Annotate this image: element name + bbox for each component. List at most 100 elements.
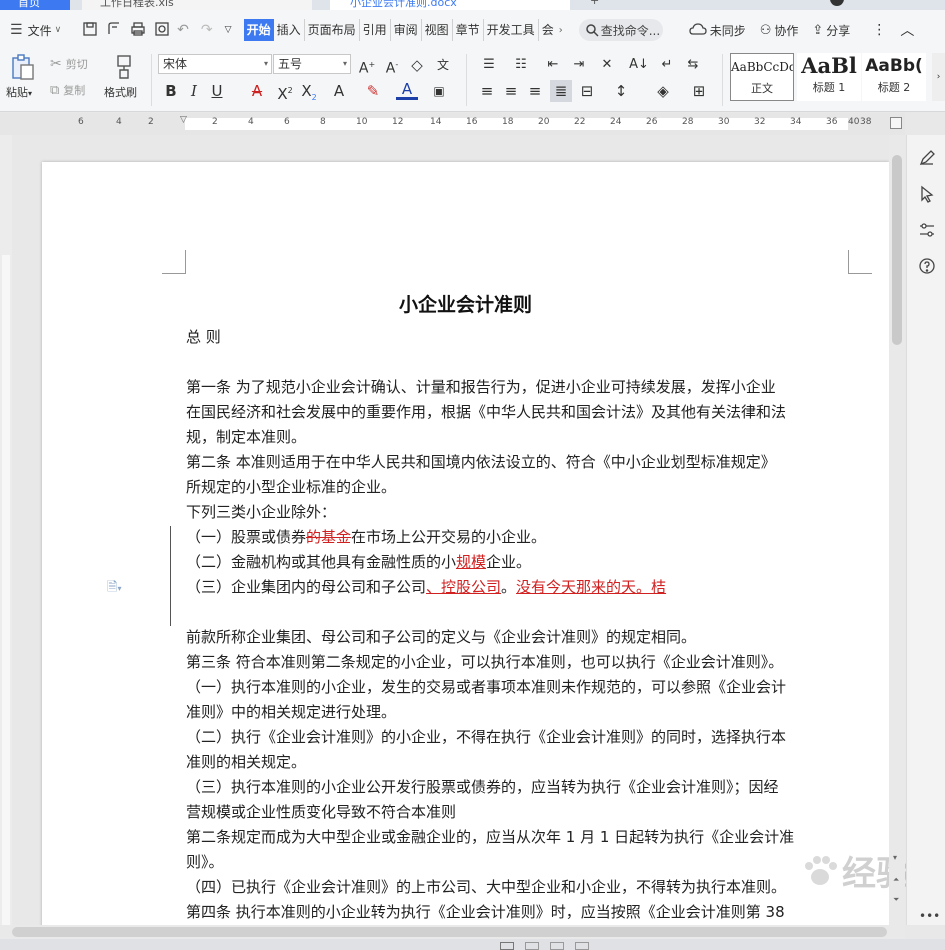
collapse-ribbon-icon[interactable]: ︿ — [900, 20, 914, 40]
font-name-select[interactable]: 宋体 ▾ — [158, 54, 272, 74]
menu-file[interactable]: 文件 — [28, 22, 52, 39]
decrease-font-icon[interactable]: A- — [381, 54, 403, 77]
align-center-icon[interactable]: ≡ — [500, 80, 522, 102]
tracked-insertion[interactable]: 、控股公司 — [426, 578, 501, 596]
quick-access-dropdown-icon[interactable]: ▽ — [225, 25, 232, 35]
redo-icon[interactable]: ↷ — [201, 22, 213, 38]
paragraph-line[interactable]: 第四条 执行本准则的小企业转为执行《企业会计准则》时，应当按照《企业会计准则第 … — [186, 901, 785, 923]
share-label[interactable]: 分享 — [826, 22, 850, 39]
tab-home[interactable]: 首页 — [0, 0, 70, 10]
list-item-3[interactable]: （三）企业集团内的母公司和子公司、控股公司。没有今天那来的天。桔 — [186, 576, 666, 598]
highlight-icon[interactable]: ✎ — [362, 80, 384, 102]
paragraph-line[interactable]: 准则》中的相关规定进行处理。 — [186, 701, 396, 723]
menu-tab-view[interactable]: 视图 — [420, 19, 452, 41]
hamburger-icon[interactable]: ☰ — [10, 22, 23, 38]
paragraph-line[interactable]: 第一条 为了规范小企业会计确认、计量和报告行为，促进小企业可持续发展，发挥小企业 — [186, 376, 776, 398]
settings-sliders-icon[interactable] — [918, 221, 936, 242]
section-heading[interactable]: 总 则 — [186, 326, 221, 348]
command-search[interactable]: 查找命令... — [578, 19, 663, 41]
document-title[interactable]: 小企业会计准则 — [42, 290, 889, 317]
align-left-icon[interactable]: ≡ — [476, 80, 498, 102]
help-icon[interactable] — [918, 257, 936, 278]
tracked-insertion[interactable]: 规模 — [456, 553, 486, 571]
tab-schedule-xls[interactable]: 工作日程表.xls — [82, 0, 312, 10]
menu-tab-developer[interactable]: 开发工具 — [482, 19, 538, 41]
scrollbar-thumb[interactable] — [12, 927, 887, 937]
increase-indent-icon[interactable]: ⇥ — [568, 54, 590, 76]
menu-tab-page-layout[interactable]: 页面布局 — [303, 19, 359, 41]
scroll-down-icon[interactable]: ▾ — [893, 853, 897, 862]
char-border-icon[interactable]: ▣ — [428, 80, 450, 102]
vertical-scrollbar[interactable]: ▾ ⏶ ⏷ — [889, 135, 905, 925]
more-horizontal-icon[interactable]: ••• — [919, 909, 940, 923]
menu-tab-references[interactable]: 引用 — [358, 19, 390, 41]
collab-icon[interactable]: ⚇ — [760, 23, 772, 38]
tracked-deletion[interactable]: 的基金 — [306, 528, 351, 546]
collab-label[interactable]: 协作 — [774, 22, 798, 39]
paragraph-line[interactable]: （一）执行本准则的小企业，发生的交易或者事项本准则未作规范的，可以参照《企业会计 — [186, 676, 786, 698]
paragraph-line[interactable]: （四）已执行《企业会计准则》的上市公司、大中型企业和小企业，不得转为执行本准则。 — [186, 876, 786, 898]
list-item-1[interactable]: （一）股票或债券的基金在市场上公开交易的小企业。 — [186, 526, 546, 548]
style-normal[interactable]: AaBbCcDd 正文 — [730, 53, 794, 101]
paragraph-line[interactable]: （三）执行本准则的小企业公开发行股票或债券的，应当转为执行《企业会计准则》；因经 — [186, 776, 779, 798]
paste-button[interactable]: 粘贴▾ — [6, 84, 32, 100]
tab-accounting-docx[interactable]: 小企业会计准则.docx — [330, 0, 570, 10]
paragraph-line[interactable]: 第三条 符合本准则第二条规定的小企业，可以执行本准则，也可以执行《企业会计准则》… — [186, 651, 783, 673]
horizontal-ruler[interactable]: 6 4 2 2 4 6 8 10 12 14 16 18 20 22 24 26 28 30 32 34 36 38 40 … — [0, 113, 905, 135]
text-effect-icon[interactable]: A — [328, 80, 350, 102]
paragraph-line[interactable]: 营规模或企业性质变化导致不符合本准则 — [186, 801, 456, 823]
superscript-icon[interactable]: X2 — [274, 80, 296, 103]
paragraph-line[interactable]: 准则的相关规定。 — [186, 751, 306, 773]
increase-font-icon[interactable]: A+ — [356, 54, 378, 77]
reading-view-icon[interactable] — [575, 942, 589, 950]
style-heading-1[interactable]: AaBl 标题 1 — [797, 53, 861, 101]
paragraph-line[interactable]: 第二条 本准则适用于在中华人民共和国境内依法设立的、符合《中小企业划型标准规定》 — [186, 451, 776, 473]
paragraph-line[interactable]: 规，制定本准则。 — [186, 426, 306, 448]
justify-icon[interactable]: ≣ — [550, 80, 572, 102]
paragraph-line[interactable]: 在国民经济和社会发展中的重要作用，根据《中华人民共和国会计法》及其他有关法律和法 — [186, 401, 786, 423]
new-tab-button[interactable]: + — [590, 0, 610, 10]
subscript-icon[interactable]: X2 — [298, 80, 320, 102]
list-item-2[interactable]: （二）金融机构或其他具有金融性质的小规模企业。 — [186, 551, 531, 573]
next-page-icon[interactable]: ⏷ — [893, 895, 899, 905]
horizontal-scrollbar[interactable] — [0, 925, 905, 939]
menu-tab-start[interactable]: 开始 — [243, 19, 274, 41]
pinyin-guide-icon[interactable]: 文 — [432, 54, 454, 76]
show-marks-icon[interactable]: ↵ — [656, 54, 678, 76]
export-pdf-icon[interactable] — [105, 20, 123, 41]
align-right-icon[interactable]: ≡ — [524, 80, 546, 102]
menu-tab-member[interactable]: 会 — [537, 19, 557, 41]
font-color-icon[interactable]: A — [396, 80, 418, 100]
styles-scroll-icon[interactable]: › — [932, 53, 945, 101]
print-preview-icon[interactable] — [153, 20, 171, 41]
cloud-sync-icon[interactable] — [689, 22, 707, 39]
web-view-icon[interactable] — [550, 942, 564, 950]
ruler-toggle-icon[interactable] — [890, 117, 902, 129]
more-paragraph-icon[interactable]: ⇆ — [682, 54, 704, 76]
paragraph-layout-icon[interactable]: 🗎▾ — [107, 578, 121, 600]
bold-icon[interactable]: B — [160, 80, 182, 102]
indent-marker-icon[interactable]: ▽ — [180, 115, 187, 125]
page-view-icon[interactable] — [500, 942, 514, 950]
style-heading-2[interactable]: AaBb( 标题 2 — [862, 53, 926, 101]
menu-tab-review[interactable]: 审阅 — [389, 19, 421, 41]
format-painter-icon[interactable] — [110, 52, 138, 82]
print-icon[interactable] — [129, 20, 147, 41]
menu-scroll-right-icon[interactable]: › — [559, 25, 563, 36]
share-icon[interactable]: ⇪ — [812, 23, 823, 38]
paragraph-line[interactable]: （二）执行《企业会计准则》的小企业，不得在执行《企业会计准则》的同时，选择执行本 — [186, 726, 786, 748]
tracked-insertion[interactable]: 没有今天那来的天。桔 — [516, 578, 666, 596]
pen-icon[interactable] — [918, 149, 936, 170]
format-painter-label[interactable]: 格式刷 — [104, 84, 137, 100]
strikethrough-icon[interactable]: A — [246, 80, 268, 102]
paste-icon[interactable] — [8, 52, 38, 82]
more-vertical-icon[interactable]: ⋮ — [872, 22, 886, 38]
italic-icon[interactable]: I — [183, 80, 205, 102]
copy-button[interactable]: ⧉ 复制 — [50, 82, 85, 98]
cut-button[interactable]: ✂ 剪切 — [50, 56, 88, 72]
menu-tab-insert[interactable]: 插入 — [274, 19, 304, 41]
line-spacing-icon[interactable]: ↕ — [610, 80, 632, 102]
paragraph-line[interactable]: 所规定的小型企业标准的企业。 — [186, 476, 396, 498]
bullet-list-icon[interactable]: ☰ — [478, 54, 500, 76]
borders-icon[interactable]: ⊞ — [688, 80, 710, 102]
